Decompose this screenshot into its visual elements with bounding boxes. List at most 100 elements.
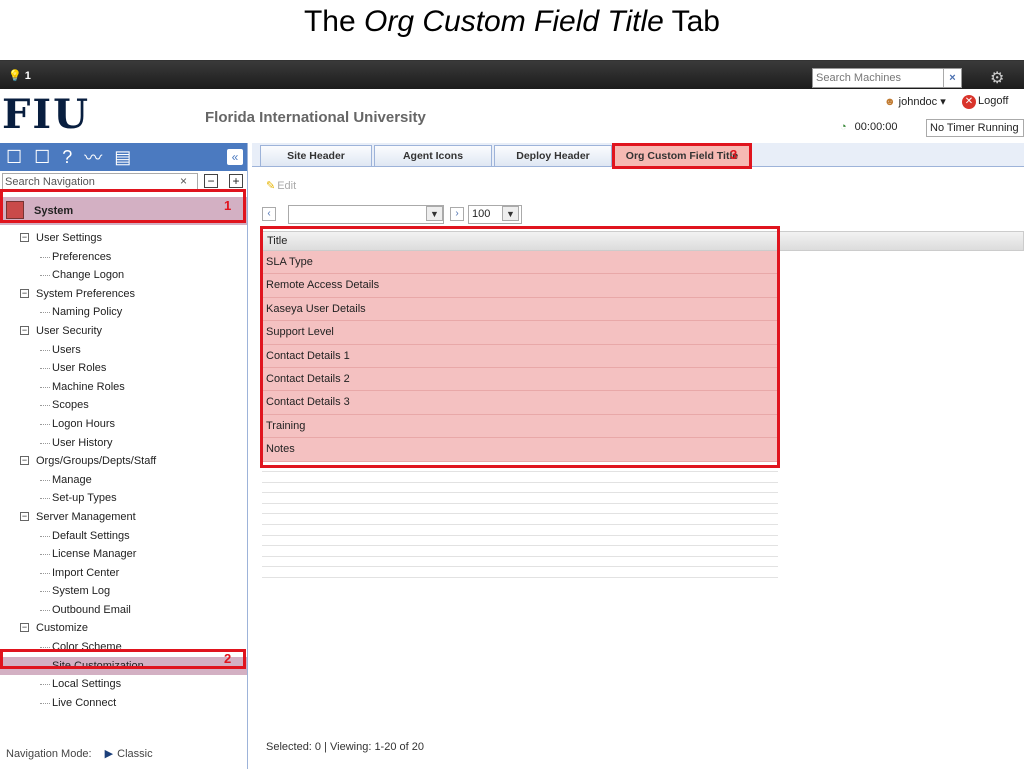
tab-site-header[interactable]: Site Header	[260, 145, 372, 166]
sidebar-item-server-management[interactable]: − Server Management	[0, 508, 247, 527]
sidebar-item-system-log[interactable]: System Log	[0, 582, 247, 601]
empty-row	[262, 504, 778, 515]
page-size-dropdown-icon[interactable]: ▼	[502, 206, 519, 221]
user-icon: ☻	[884, 96, 896, 108]
sidebar-item-set-up-types[interactable]: Set-up Types	[0, 489, 247, 508]
sidebar-item-label: Users	[52, 343, 81, 356]
sidebar-item-label: Preferences	[52, 250, 112, 263]
app-window: 💡 1 Search Machines × ⚙ FIU Florida Inter…	[0, 60, 1024, 769]
play-icon[interactable]: ▶	[105, 748, 113, 760]
page-select[interactable]	[288, 205, 444, 224]
sidebar-item-scopes[interactable]: Scopes	[0, 396, 247, 415]
navigation-mode-value[interactable]: Classic	[117, 748, 152, 760]
expand-all-icon[interactable]: +	[229, 174, 243, 188]
callout-box-site-customization	[0, 649, 246, 669]
user-name: johndoc ▾	[898, 96, 946, 108]
sidebar-item-user-security[interactable]: − User Security	[0, 322, 247, 341]
sidebar-item-logon-hours[interactable]: Logon Hours	[0, 415, 247, 434]
collapse-toggle-icon[interactable]: −	[20, 456, 29, 466]
logoff-button[interactable]: ✕ Logoff	[962, 95, 1008, 109]
collapse-toggle-icon[interactable]: −	[20, 623, 29, 633]
tab-agent-icons[interactable]: Agent Icons	[374, 145, 492, 166]
sidebar-item-label: Customize	[36, 622, 88, 635]
book-icon[interactable]: ☐	[6, 147, 22, 168]
edit-button[interactable]: ✎ Edit	[266, 179, 296, 192]
sidebar-item-label: Live Connect	[52, 696, 117, 709]
empty-row	[262, 483, 778, 494]
collapse-toggle-icon[interactable]: −	[20, 233, 29, 242]
sidebar-item-live-connect[interactable]: Live Connect	[0, 694, 247, 713]
sidebar-item-import-center[interactable]: Import Center	[0, 564, 247, 583]
clipboard-icon[interactable]: ▤	[114, 147, 131, 168]
page-select-dropdown-icon[interactable]: ▼	[426, 206, 443, 221]
sidebar-item-label: Scopes	[52, 399, 89, 412]
sidebar-item-label: Orgs/Groups/Depts/Staff	[36, 455, 157, 468]
sidebar-item-naming-policy[interactable]: Naming Policy	[0, 303, 247, 322]
sidebar-item-machine-roles[interactable]: Machine Roles	[0, 378, 247, 397]
alert-indicator[interactable]: 💡 1	[8, 69, 31, 82]
sidebar-item-label: Default Settings	[52, 529, 130, 542]
empty-row	[262, 557, 778, 568]
sidebar-item-users[interactable]: Users	[0, 341, 247, 360]
chart-icon[interactable]: 〰	[84, 144, 102, 170]
bookmark-icon[interactable]: ☐	[34, 147, 50, 168]
collapse-toggle-icon[interactable]: −	[20, 288, 29, 298]
header: FIU Florida International University ☻ j…	[0, 89, 1024, 143]
clear-navigation-search-icon[interactable]: ×	[180, 174, 187, 188]
sidebar-item-system-preferences[interactable]: − System Preferences	[0, 285, 247, 304]
collapse-sidebar-icon[interactable]: «	[227, 149, 243, 165]
empty-row	[262, 546, 778, 557]
help-icon[interactable]: ?	[62, 147, 72, 168]
lightbulb-icon: 💡	[8, 70, 22, 82]
sidebar-item-user-settings[interactable]: − User Settings	[0, 229, 247, 248]
sidebar-item-label: Logon Hours	[52, 417, 115, 430]
sidebar-item-customize[interactable]: − Customize	[0, 619, 247, 638]
next-page-icon[interactable]: ›	[450, 207, 464, 221]
logoff-label: Logoff	[978, 95, 1009, 107]
collapse-toggle-icon[interactable]: −	[20, 511, 29, 521]
sidebar-item-orgs-groups-depts-staff[interactable]: − Orgs/Groups/Depts/Staff	[0, 452, 247, 471]
callout-number-2: 2	[224, 651, 232, 666]
callout-number-3: 3	[730, 147, 738, 162]
sidebar-item-local-settings[interactable]: Local Settings	[0, 675, 247, 694]
sidebar-item-label: User Security	[36, 324, 103, 337]
timer-clock-icon[interactable]: ◔	[840, 121, 847, 133]
navigation-mode: Navigation Mode: ▶ Classic	[6, 747, 153, 760]
gear-icon[interactable]: ⚙	[990, 68, 1004, 88]
timer-value: 00:00:00	[854, 121, 898, 133]
fiu-logo: FIU	[2, 91, 90, 138]
grid-empty-rows	[262, 462, 1024, 579]
sidebar-item-outbound-email[interactable]: Outbound Email	[0, 601, 247, 620]
navigation-sidebar: ☐ ☐ ? 〰 ▤ « Search Navigation × − + Syst…	[0, 143, 248, 769]
sidebar-item-label: System Log	[52, 585, 111, 598]
sidebar-item-label: Import Center	[52, 566, 120, 579]
sidebar-item-label: Server Management	[36, 510, 136, 523]
collapse-all-icon[interactable]: −	[204, 174, 218, 188]
empty-row	[262, 493, 778, 504]
sidebar-item-change-logon[interactable]: Change Logon	[0, 266, 247, 285]
sidebar-item-label: Set-up Types	[52, 492, 117, 505]
clear-search-button[interactable]: ×	[943, 69, 961, 87]
logoff-icon: ✕	[962, 95, 976, 109]
sidebar-item-manage[interactable]: Manage	[0, 471, 247, 490]
collapse-toggle-icon[interactable]: −	[20, 325, 29, 335]
previous-page-icon[interactable]: ‹	[262, 207, 276, 221]
sidebar-item-user-history[interactable]: User History	[0, 434, 247, 453]
user-menu[interactable]: ☻ johndoc ▾	[884, 95, 946, 108]
sidebar-item-default-settings[interactable]: Default Settings	[0, 527, 247, 546]
sidebar-item-label: License Manager	[52, 548, 137, 561]
sidebar-item-label: System Preferences	[36, 287, 136, 300]
sidebar-item-label: User History	[52, 436, 113, 449]
callout-box-title-rows	[260, 226, 780, 468]
edit-label: Edit	[277, 180, 297, 192]
tab-deploy-header[interactable]: Deploy Header	[494, 145, 612, 166]
sidebar-item-user-roles[interactable]: User Roles	[0, 359, 247, 378]
sidebar-item-preferences[interactable]: Preferences	[0, 248, 247, 267]
sidebar-item-license-manager[interactable]: License Manager	[0, 545, 247, 564]
sidebar-item-label: Naming Policy	[52, 306, 123, 319]
timer-status[interactable]: No Timer Running	[926, 119, 1024, 137]
sidebar-toolbar: ☐ ☐ ? 〰 ▤ «	[0, 143, 247, 171]
empty-row	[262, 514, 778, 526]
university-name: Florida International University	[205, 109, 426, 126]
search-machines-input[interactable]: Search Machines ×	[812, 68, 962, 88]
